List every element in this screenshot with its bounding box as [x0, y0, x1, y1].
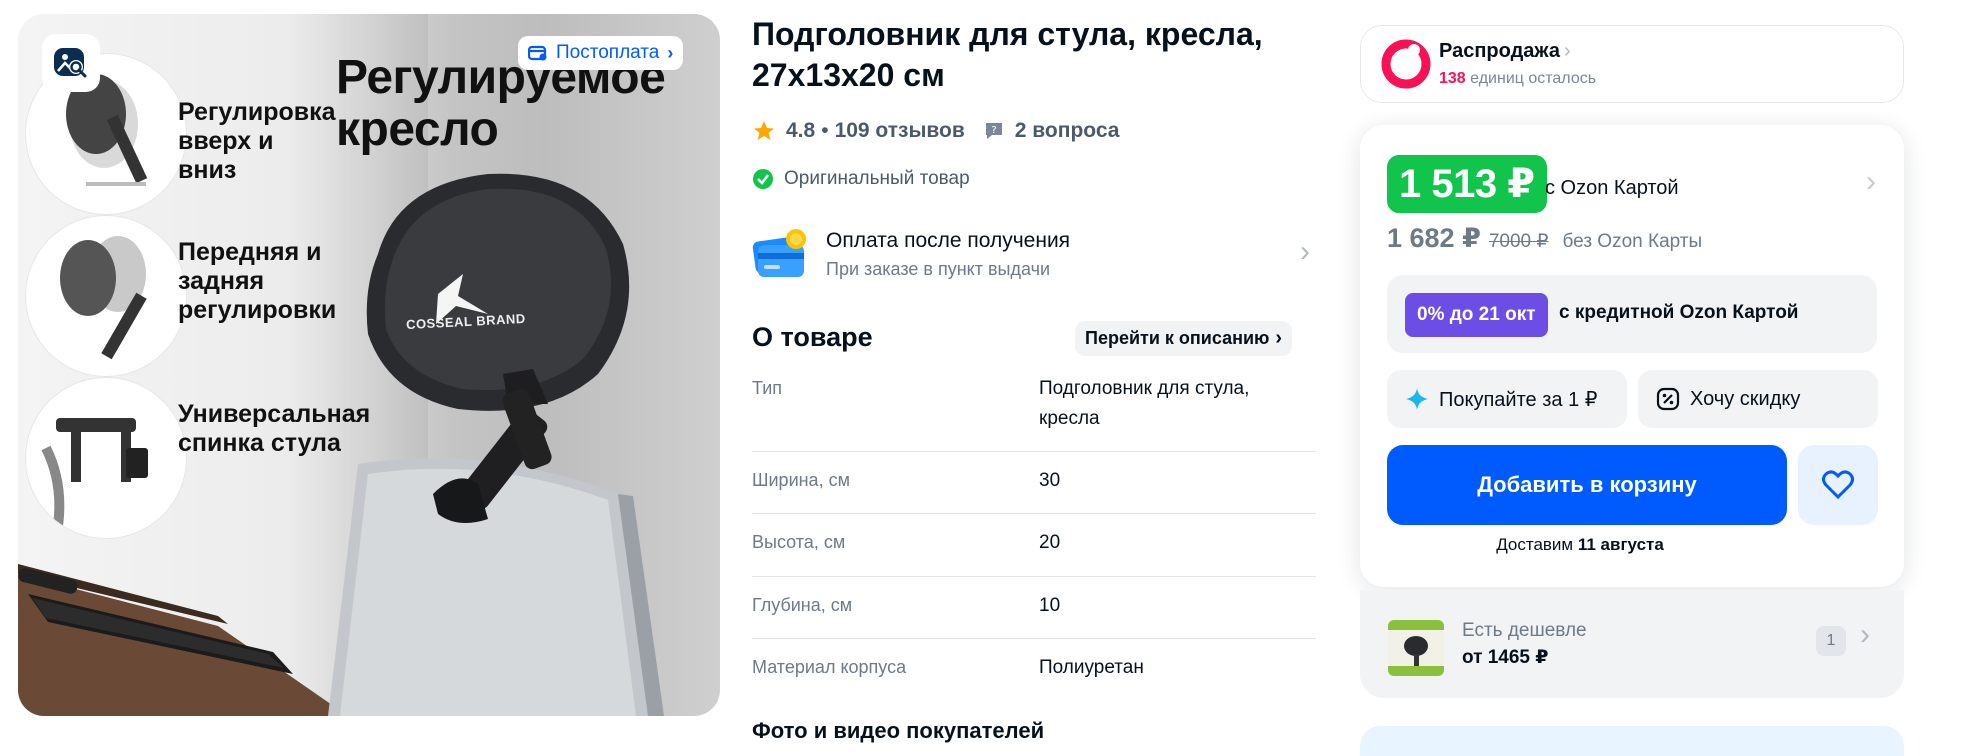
svg-text:?: ? — [991, 125, 996, 136]
questions-link[interactable]: 2 вопроса — [1015, 119, 1120, 143]
sale-count: 138 — [1439, 70, 1466, 87]
rating-dot: • — [821, 119, 829, 142]
next-block-edge — [1360, 726, 1904, 756]
cheaper-offer[interactable]: Есть дешевле от 1465 ₽ 1 › — [1360, 590, 1904, 698]
price-panel: 1 513 ₽ с Ozon Картой › 1 682 ₽ 7000 ₽ б… — [1360, 125, 1904, 587]
discount-icon — [1656, 387, 1680, 411]
sale-title-row: Распродажа › — [1439, 40, 1571, 63]
spec-value: 10 — [1039, 595, 1061, 616]
product-image[interactable]: COSSEAL BRAND Регулировка вверх и вниз П… — [18, 14, 720, 716]
feature-text-height: Регулировка вверх и вниз — [178, 98, 336, 184]
about-title: О товаре — [752, 322, 873, 352]
delivery-date: 11 августа — [1577, 535, 1664, 554]
card-coin-icon — [752, 229, 806, 277]
image-search-button[interactable] — [42, 34, 100, 92]
postpay-label: Постоплата — [556, 42, 660, 63]
card-price: 1 513 ₽ — [1387, 155, 1547, 213]
payment-subtitle: При заказе в пункт выдачи — [826, 259, 1051, 279]
spec-row: Ширина, см 30 — [752, 452, 1316, 514]
image-search-icon — [54, 48, 87, 78]
heart-icon — [1822, 470, 1854, 500]
regular-price: 1 682 ₽ — [1387, 223, 1481, 253]
chevron-right-icon: › — [1275, 327, 1283, 349]
regular-price-label: без Ozon Карты — [1562, 231, 1703, 252]
rating-value: 4.8 — [786, 119, 816, 142]
customer-photos-title: Фото и видео покупателей — [752, 718, 1045, 743]
credit-label: с кредитной Ozon Картой — [1559, 302, 1799, 323]
spec-key: Глубина, см — [752, 595, 853, 615]
spec-value: 20 — [1039, 532, 1061, 553]
sale-logo-icon — [1381, 39, 1431, 89]
payment-after-receipt[interactable]: Оплата после получения При заказе в пунк… — [752, 223, 1312, 285]
goto-description-button[interactable]: Перейти к описанию › — [1075, 321, 1293, 356]
buy-for-1-button[interactable]: Покупайте за 1 ₽ — [1387, 370, 1627, 428]
feature-text-universal: Универсальная спинка стула — [178, 400, 371, 457]
sale-title: Распродажа — [1439, 40, 1560, 62]
payment-title: Оплата после получения — [826, 229, 1071, 252]
reviews-link[interactable]: 109 отзывов — [835, 119, 965, 143]
cheaper-title: Есть дешевле — [1462, 620, 1587, 641]
product-title: Подголовник для стула, кресла, 27x13x20 … — [752, 16, 1263, 93]
delivery-prefix: Доставим — [1496, 535, 1574, 554]
sale-count-row: 138 единиц осталось — [1439, 70, 1596, 88]
original-badge: Оригинальный товар — [752, 165, 970, 193]
credit-offer[interactable]: 0% до 21 окт с кредитной Ozon Картой — [1387, 275, 1877, 353]
want-discount-label: Хочу скидку — [1690, 387, 1801, 410]
goto-description-label: Перейти к описанию — [1085, 328, 1270, 348]
star-icon — [754, 121, 774, 140]
spec-value: Полиуретан — [1039, 657, 1144, 678]
spec-row: Высота, см 20 — [752, 514, 1316, 577]
chevron-right-icon: › — [1563, 40, 1571, 62]
favorite-button[interactable] — [1798, 445, 1878, 525]
spec-row: Глубина, см 10 — [752, 577, 1316, 639]
rating-row[interactable]: 4.8 • 109 отзывов ? 2 вопроса — [752, 116, 1119, 146]
cheaper-price: от 1465 ₽ — [1462, 647, 1549, 668]
cheaper-count: 1 — [1816, 626, 1846, 656]
sparkle-icon — [1406, 388, 1428, 410]
add-to-cart-button[interactable]: Добавить в корзину — [1387, 445, 1787, 525]
feature-circle-universal — [26, 378, 186, 538]
spec-value: Подголовник для стула, кресла — [1039, 378, 1250, 429]
feature-circle-front-back — [26, 216, 186, 376]
credit-badge: 0% до 21 окт — [1405, 293, 1548, 337]
postpay-badge[interactable]: Постоплата › — [518, 36, 684, 70]
buy-for-1-label: Покупайте за 1 ₽ — [1439, 388, 1598, 411]
chevron-right-icon: › — [1300, 235, 1310, 268]
chevron-right-icon[interactable]: › — [1866, 165, 1876, 199]
headrest-image: COSSEAL BRAND — [338, 164, 658, 524]
delivery-info: Доставим 11 августа — [1360, 535, 1760, 555]
chevron-right-icon: › — [667, 42, 674, 63]
want-discount-button[interactable]: Хочу скидку — [1638, 370, 1878, 428]
chevron-right-icon: › — [1860, 618, 1870, 651]
question-icon: ? — [985, 123, 1002, 139]
old-price: 7000 ₽ — [1488, 231, 1549, 252]
spec-key: Ширина, см — [752, 470, 850, 490]
spec-row: Материал корпуса Полиуретан — [752, 639, 1316, 701]
regular-price-row: 1 682 ₽ 7000 ₽ без Ozon Карты — [1387, 223, 1702, 254]
original-label: Оригинальный товар — [784, 168, 970, 189]
sale-banner[interactable]: Распродажа › 138 единиц осталось — [1360, 25, 1904, 103]
card-price-label: с Ozon Картой — [1545, 177, 1679, 199]
feature-text-front-back: Передняя и задняя регулировки — [178, 238, 337, 324]
cheaper-thumbnail — [1388, 620, 1444, 676]
spec-row: Тип Подголовник для стула, кресла — [752, 374, 1316, 452]
spec-key: Тип — [752, 378, 783, 398]
spec-value: 30 — [1039, 470, 1061, 491]
sale-count-suffix: единиц осталось — [1470, 70, 1597, 87]
spec-key: Высота, см — [752, 532, 846, 552]
check-circle-icon — [753, 169, 773, 189]
spec-key: Материал корпуса — [752, 657, 907, 677]
wallet-icon — [528, 45, 547, 61]
